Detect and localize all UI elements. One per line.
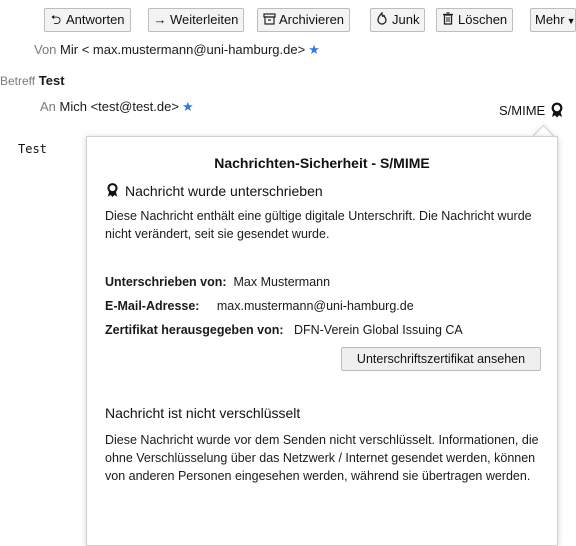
reply-label: Antworten bbox=[66, 12, 125, 27]
signed-seal-icon bbox=[107, 183, 118, 198]
star-icon[interactable]: ★ bbox=[182, 99, 194, 114]
encryption-description: Diese Nachricht wurde vor dem Senden nic… bbox=[105, 433, 539, 483]
more-button[interactable]: Mehr ▼ bbox=[530, 8, 576, 32]
security-popup: Nachrichten-Sicherheit - S/MIME Nachrich… bbox=[86, 136, 558, 546]
signed-by-label: Unterschrieben von: bbox=[105, 275, 227, 289]
delete-button[interactable]: Löschen bbox=[436, 8, 514, 32]
signed-by-value: Max Mustermann bbox=[233, 275, 331, 289]
to-value[interactable]: Mich <test@test.de> bbox=[60, 99, 179, 114]
email-row: E-Mail-Adresse: max.mustermann@uni-hambu… bbox=[105, 299, 414, 313]
to-row: An Mich <test@test.de> ★ bbox=[40, 97, 194, 117]
to-label: An bbox=[40, 99, 56, 114]
reply-arrow-icon: ⮌ bbox=[50, 12, 62, 27]
forward-label: Weiterleiten bbox=[170, 12, 239, 27]
issuer-label: Zertifikat herausgegeben von: bbox=[105, 323, 284, 337]
forward-button[interactable]: → Weiterleiten bbox=[148, 8, 245, 32]
issuer-value: DFN-Verein Global Issuing CA bbox=[293, 323, 463, 337]
trash-icon bbox=[441, 9, 455, 31]
email-label: E-Mail-Adresse: bbox=[105, 299, 200, 313]
archive-label: Archivieren bbox=[279, 12, 345, 27]
issuer-row: Zertifikat herausgegeben von: DFN-Verein… bbox=[105, 323, 463, 337]
chevron-down-icon: ▼ bbox=[566, 16, 576, 26]
encryption-heading: Nachricht ist nicht verschlüsselt bbox=[105, 405, 301, 421]
signed-section-heading: Nachricht wurde unterschrieben bbox=[105, 182, 545, 199]
message-toolbar: ⮌ Antworten → Weiterleiten Archivieren Jun… bbox=[0, 0, 576, 40]
archive-button[interactable]: Archivieren bbox=[257, 8, 351, 32]
junk-button[interactable]: Junk bbox=[370, 8, 426, 32]
reply-button[interactable]: ⮌ Antworten bbox=[44, 8, 131, 32]
smime-label: S/MIME bbox=[499, 103, 546, 118]
popup-title: Nachrichten-Sicherheit - S/MIME bbox=[214, 155, 430, 171]
signed-heading-text: Nachricht wurde unterschrieben bbox=[125, 183, 323, 199]
from-value[interactable]: Mir < max.mustermann@uni-hamburg.de> bbox=[60, 42, 305, 57]
subject-row: Betreff Test bbox=[0, 71, 65, 91]
archive-box-icon bbox=[262, 9, 276, 31]
email-value: max.mustermann@uni-hamburg.de bbox=[216, 299, 414, 313]
forward-arrow-icon: → bbox=[153, 12, 167, 27]
smime-indicator[interactable]: S/MIME bbox=[499, 101, 565, 121]
more-label: Mehr bbox=[535, 12, 565, 27]
signed-by-row: Unterschrieben von: Max Mustermann bbox=[105, 275, 330, 289]
from-row: Von Mir < max.mustermann@uni-hamburg.de>… bbox=[34, 40, 320, 60]
junk-label: Junk bbox=[392, 12, 420, 27]
message-body: Test bbox=[18, 142, 47, 156]
star-icon[interactable]: ★ bbox=[308, 42, 320, 57]
from-label: Von bbox=[34, 42, 57, 57]
delete-label: Löschen bbox=[458, 12, 508, 27]
subject-label: Betreff bbox=[0, 74, 36, 88]
junk-flame-icon bbox=[375, 9, 389, 31]
signed-description: Diese Nachricht enthält eine gültige dig… bbox=[105, 209, 532, 241]
view-certificate-button[interactable]: Unterschriftszertifikat ansehen bbox=[341, 347, 541, 371]
subject-value: Test bbox=[38, 73, 65, 88]
signed-seal-icon bbox=[551, 102, 563, 118]
